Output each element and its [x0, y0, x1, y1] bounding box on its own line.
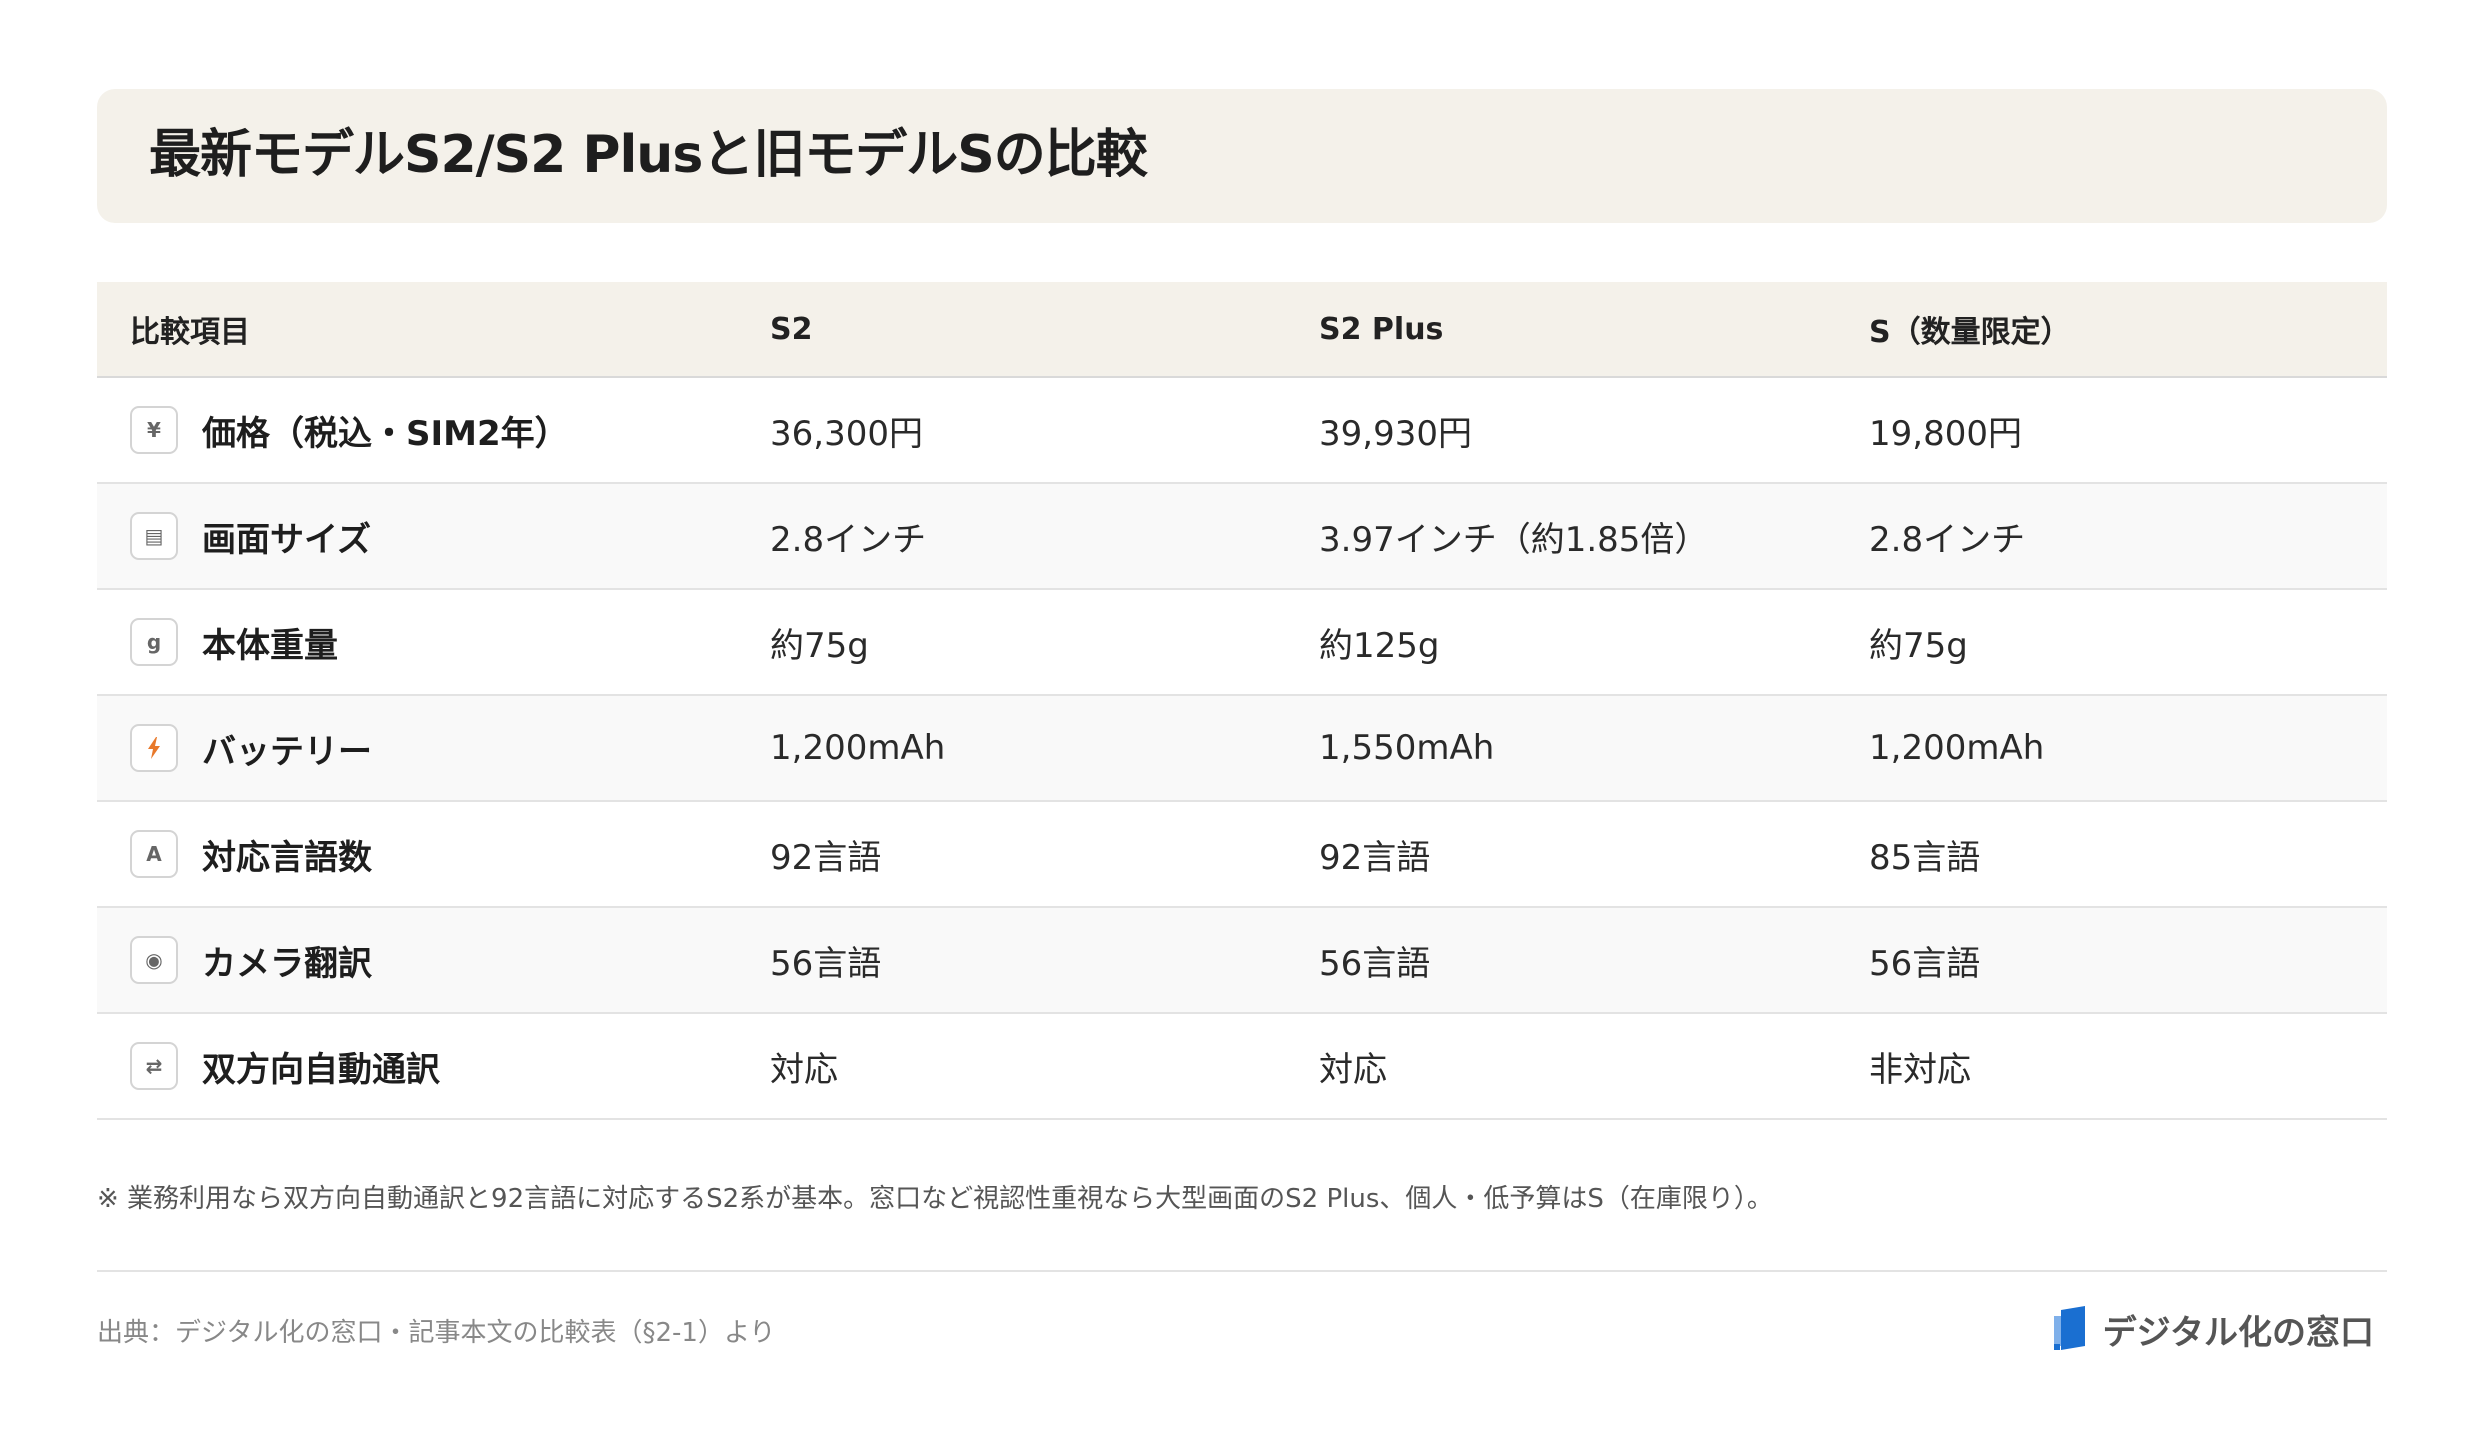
table-row: ▤ 画面サイズ 2.8インチ 3.97インチ（約1.85倍） 2.8インチ — [97, 484, 2387, 590]
cell-s: 約75g — [1869, 625, 1968, 666]
camera-icon: ◉ — [130, 936, 178, 984]
screen-icon: ▤ — [130, 512, 178, 560]
cell-s2: 36,300円 — [770, 413, 923, 454]
header-item: 比較項目 — [130, 315, 250, 350]
row-label-cell: ⇄ 双方向自動通訳 — [130, 1014, 440, 1118]
cell-s2-plus: 56言語 — [1319, 943, 1431, 984]
cell-s: 85言語 — [1869, 837, 1981, 878]
header-s2: S2 — [770, 311, 813, 347]
row-label: 双方向自動通訳 — [202, 1049, 440, 1090]
table-header-row: 比較項目 S2 S2 Plus S（数量限定） — [97, 282, 2387, 378]
divider — [97, 1270, 2387, 1272]
row-label: 本体重量 — [202, 625, 338, 666]
header-s2-plus: S2 Plus — [1319, 311, 1444, 347]
cell-s2: 56言語 — [770, 943, 882, 984]
table-row: バッテリー 1,200mAh 1,550mAh 1,200mAh — [97, 696, 2387, 802]
cell-s: 2.8インチ — [1869, 519, 2026, 560]
two-way-icon: ⇄ — [130, 1042, 178, 1090]
table-row: ⇄ 双方向自動通訳 対応 対応 非対応 — [97, 1014, 2387, 1120]
cell-s2-plus: 92言語 — [1319, 837, 1431, 878]
cell-s2-plus: 約125g — [1319, 625, 1440, 666]
weight-icon: g — [130, 618, 178, 666]
row-label-cell: ¥ 価格（税込・SIM2年） — [130, 378, 569, 482]
source-credit: 出典：デジタル化の窓口・記事本文の比較表（§2-1）より — [97, 1318, 776, 1348]
row-label-cell: ▤ 画面サイズ — [130, 484, 371, 588]
comparison-table: 比較項目 S2 S2 Plus S（数量限定） ¥ 価格（税込・SIM2年） 3… — [97, 282, 2387, 1120]
title-banner: 最新モデルS2/S2 Plusと旧モデルSの比較 — [97, 89, 2387, 223]
cell-s2: 92言語 — [770, 837, 882, 878]
brand-name: デジタル化の窓口 — [2102, 1313, 2374, 1353]
page: 最新モデルS2/S2 Plusと旧モデルSの比較 比較項目 S2 S2 Plus… — [0, 0, 2480, 1444]
table-row: A 対応言語数 92言語 92言語 85言語 — [97, 802, 2387, 908]
brand-logo-icon — [2051, 1305, 2091, 1354]
row-label-cell: ◉ カメラ翻訳 — [130, 908, 372, 1012]
battery-bolt-icon — [130, 724, 178, 772]
table-row: g 本体重量 約75g 約125g 約75g — [97, 590, 2387, 696]
language-icon: A — [130, 830, 178, 878]
table-row: ¥ 価格（税込・SIM2年） 36,300円 39,930円 19,800円 — [97, 378, 2387, 484]
cell-s2-plus: 1,550mAh — [1319, 728, 1495, 768]
cell-s: 1,200mAh — [1869, 728, 2045, 768]
cell-s: 非対応 — [1869, 1049, 1971, 1090]
cell-s: 19,800円 — [1869, 413, 2022, 454]
table-row: ◉ カメラ翻訳 56言語 56言語 56言語 — [97, 908, 2387, 1014]
brand: デジタル化の窓口 — [2051, 1305, 2374, 1354]
row-label: カメラ翻訳 — [202, 943, 372, 984]
page-title: 最新モデルS2/S2 Plusと旧モデルSの比較 — [149, 125, 1148, 185]
cell-s: 56言語 — [1869, 943, 1981, 984]
row-label: バッテリー — [202, 731, 372, 772]
cell-s2-plus: 対応 — [1319, 1049, 1387, 1090]
cell-s2: 2.8インチ — [770, 519, 927, 560]
cell-s2: 対応 — [770, 1049, 838, 1090]
row-label-cell: g 本体重量 — [130, 590, 338, 694]
cell-s2: 約75g — [770, 625, 869, 666]
row-label: 対応言語数 — [202, 837, 372, 878]
cell-s2: 1,200mAh — [770, 728, 946, 768]
yen-icon: ¥ — [130, 406, 178, 454]
row-label-cell: A 対応言語数 — [130, 802, 372, 906]
row-label: 価格（税込・SIM2年） — [202, 413, 569, 454]
footnote: ※ 業務利用なら双方向自動通訳と92言語に対応するS2系が基本。窓口など視認性重… — [97, 1184, 1773, 1214]
header-s: S（数量限定） — [1869, 315, 2071, 350]
cell-s2-plus: 3.97インチ（約1.85倍） — [1319, 519, 1709, 560]
cell-s2-plus: 39,930円 — [1319, 413, 1472, 454]
row-label: 画面サイズ — [202, 519, 371, 560]
row-label-cell: バッテリー — [130, 696, 372, 800]
